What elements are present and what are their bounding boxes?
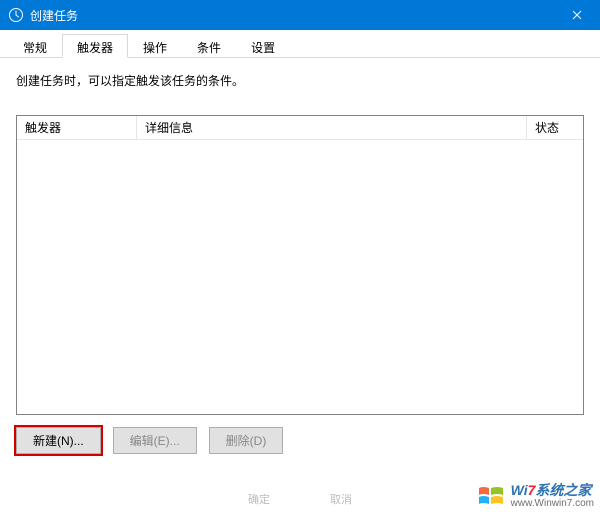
tab-settings[interactable]: 设置 (236, 34, 290, 57)
tab-conditions[interactable]: 条件 (182, 34, 236, 57)
column-status[interactable]: 状态 (527, 116, 583, 139)
close-button[interactable] (554, 0, 600, 30)
watermark-brand: Wi7系统之家 (511, 483, 594, 498)
delete-button[interactable]: 删除(D) (209, 427, 284, 454)
tab-actions[interactable]: 操作 (128, 34, 182, 57)
button-row: 新建(N)... 编辑(E)... 删除(D) (16, 427, 584, 454)
window-title: 创建任务 (30, 7, 554, 24)
clock-icon (8, 7, 24, 23)
windows-logo-icon (477, 484, 505, 508)
close-icon (572, 10, 582, 20)
column-detail[interactable]: 详细信息 (137, 116, 527, 139)
tab-bar: 常规 触发器 操作 条件 设置 (0, 32, 600, 58)
watermark-text: Wi7系统之家 www.Winwin7.com (511, 483, 594, 509)
tab-content: 创建任务时，可以指定触发该任务的条件。 触发器 详细信息 状态 新建(N)...… (0, 58, 600, 468)
faint-buttons: 确定 取消 (248, 491, 352, 507)
watermark: Wi7系统之家 www.Winwin7.com (477, 483, 594, 509)
description-text: 创建任务时，可以指定触发该任务的条件。 (16, 72, 584, 89)
triggers-table[interactable]: 触发器 详细信息 状态 (16, 115, 584, 415)
edit-button[interactable]: 编辑(E)... (113, 427, 197, 454)
column-trigger[interactable]: 触发器 (17, 116, 137, 139)
table-header: 触发器 详细信息 状态 (17, 116, 583, 140)
faint-ok: 确定 (248, 491, 270, 507)
tab-triggers[interactable]: 触发器 (62, 34, 128, 58)
tab-general[interactable]: 常规 (8, 34, 62, 57)
titlebar: 创建任务 (0, 0, 600, 30)
faint-cancel: 取消 (330, 491, 352, 507)
new-button[interactable]: 新建(N)... (16, 427, 101, 454)
watermark-url: www.Winwin7.com (511, 498, 594, 509)
